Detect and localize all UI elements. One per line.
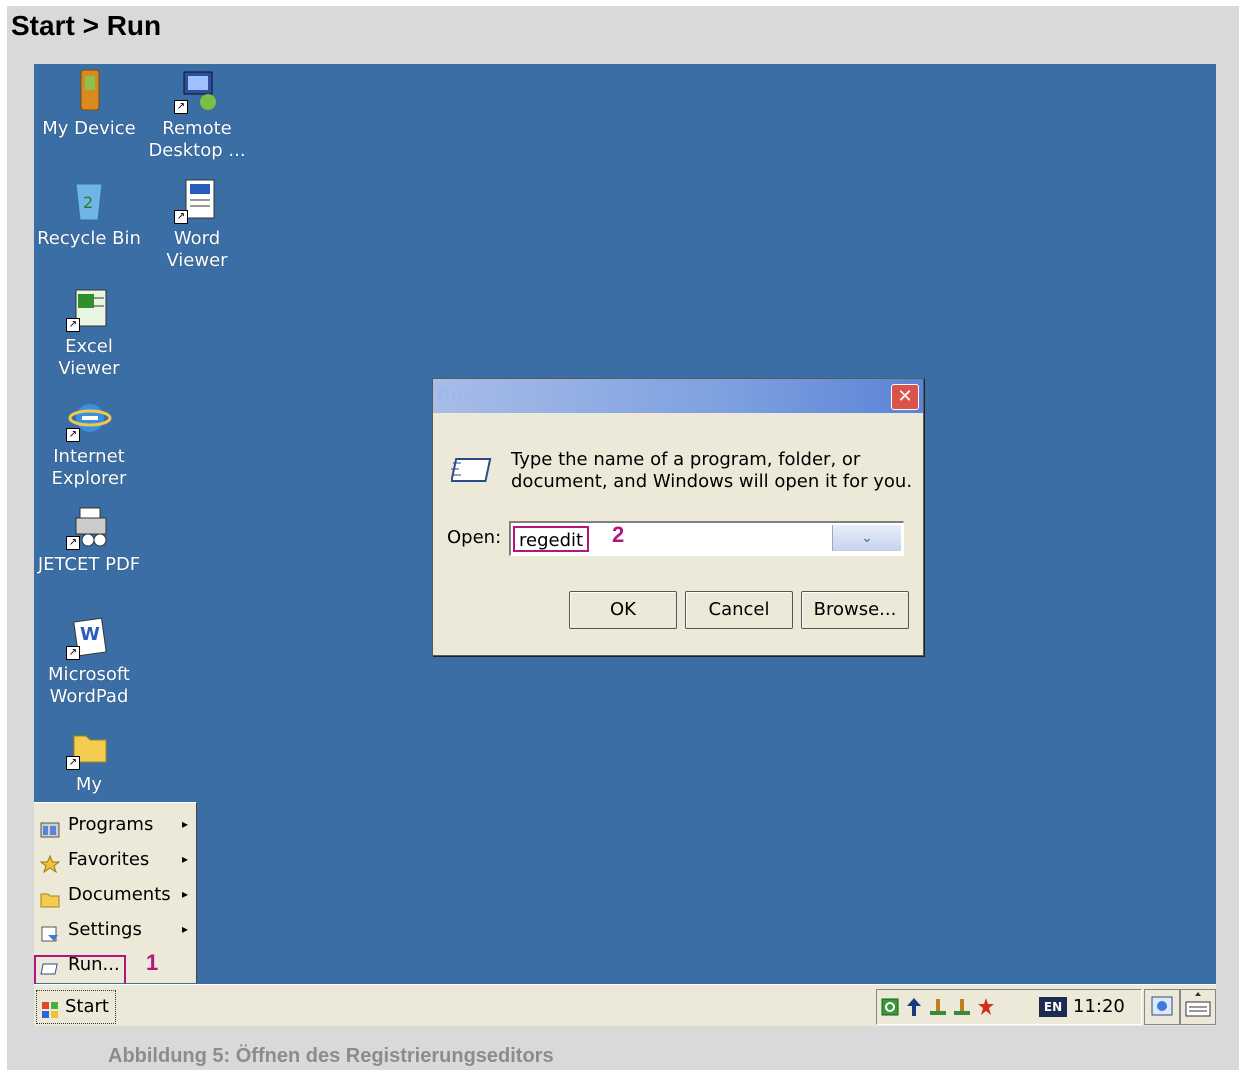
menu-item-label: Documents	[68, 884, 171, 905]
run-dialog-titlebar[interactable]: Run ✕	[433, 379, 923, 413]
desktop: My Device ↗ Remote Desktop ... 2 Recycle…	[34, 64, 1216, 987]
svg-text:2: 2	[83, 193, 93, 212]
desktop-icon-label: My	[75, 774, 103, 795]
shortcut-arrow-icon: ↗	[174, 100, 188, 114]
desktop-icon-my-documents[interactable]: ↗ My	[34, 724, 144, 796]
run-window-icon	[450, 455, 493, 485]
word-document-icon: ↗	[174, 178, 220, 224]
menu-item-programs[interactable]: Programs ▸	[34, 807, 196, 842]
pdf-printer-icon: ↗	[66, 504, 112, 550]
start-menu: Programs ▸ Favorites ▸ Documents ▸ Setti…	[34, 802, 197, 987]
shortcut-arrow-icon: ↗	[66, 536, 80, 550]
desktop-icon-internet-explorer[interactable]: ↗ Internet Explorer	[34, 396, 144, 490]
menu-item-label: Favorites	[68, 849, 150, 870]
internet-explorer-icon: ↗	[66, 396, 112, 442]
submenu-arrow-icon: ▸	[181, 852, 188, 866]
desktop-icon-jetcet-pdf[interactable]: ↗ JETCET PDF	[34, 504, 144, 576]
taskbar: Start EN 11:20 AM	[34, 984, 1216, 1026]
desktop-switch-button[interactable]	[1144, 989, 1180, 1025]
open-input[interactable]: regedit	[513, 526, 590, 552]
menu-item-documents[interactable]: Documents ▸	[34, 877, 196, 912]
run-dialog-title: Run	[437, 385, 477, 406]
desktop-icon-label: Internet Explorer	[51, 446, 127, 489]
run-dialog-description: Type the name of a program, folder, or d…	[511, 449, 913, 492]
run-dialog: Run ✕ Type the name of a program, folder…	[432, 378, 924, 656]
excel-spreadsheet-icon: ↗	[66, 286, 112, 332]
desktop-icon-label: Excel Viewer	[58, 336, 120, 379]
desktop-icon-label: Microsoft WordPad	[48, 664, 130, 707]
settings-icon	[40, 920, 60, 942]
recycle-bin-icon: 2	[66, 178, 112, 224]
menu-item-label: Settings	[68, 919, 142, 940]
shortcut-arrow-icon: ↗	[66, 756, 80, 770]
page-heading: Start > Run	[11, 10, 162, 41]
shortcut-arrow-icon: ↗	[66, 318, 80, 332]
submenu-arrow-icon: ▸	[181, 922, 188, 936]
start-button[interactable]: Start	[36, 990, 116, 1024]
start-button-label: Start	[65, 996, 109, 1017]
submenu-arrow-icon: ▸	[181, 887, 188, 901]
desktop-icon	[1151, 996, 1173, 1016]
shortcut-arrow-icon: ↗	[66, 428, 80, 442]
desktop-icon-label: My Device	[42, 118, 136, 139]
desktop-icon-wordpad[interactable]: W ↗ Microsoft WordPad	[34, 614, 144, 708]
open-combobox[interactable]: regedit ⌄	[509, 521, 904, 556]
desktop-icon-remote-desktop[interactable]: ↗ Remote Desktop ...	[142, 68, 252, 162]
language-indicator[interactable]: EN	[1039, 997, 1067, 1017]
cancel-button[interactable]: Cancel	[685, 591, 793, 629]
star-icon	[39, 850, 61, 874]
shortcut-arrow-icon: ↗	[174, 210, 188, 224]
remote-desktop-icon: ↗	[174, 68, 220, 114]
close-button[interactable]: ✕	[891, 384, 919, 410]
pda-device-icon	[66, 68, 112, 114]
ok-button[interactable]: OK	[569, 591, 677, 629]
keyboard-icon	[1185, 992, 1211, 1017]
sync-icon[interactable]	[881, 997, 899, 1017]
network-alert-icon[interactable]	[977, 997, 995, 1017]
svg-text:W: W	[80, 624, 100, 645]
keyboard-button[interactable]	[1180, 989, 1216, 1025]
desktop-icon-word-viewer[interactable]: ↗ Word Viewer	[142, 178, 252, 272]
desktop-icon-label: Word Viewer	[166, 228, 228, 271]
screenshot-frame: My Device ↗ Remote Desktop ... 2 Recycle…	[34, 64, 1216, 1026]
windows-logo-icon	[41, 998, 59, 1018]
network-icon[interactable]	[929, 997, 947, 1017]
submenu-arrow-icon: ▸	[181, 817, 188, 831]
desktop-icon-label: Remote Desktop ...	[148, 118, 246, 161]
desktop-icon-label: Recycle Bin	[37, 228, 141, 249]
desktop-icon-my-device[interactable]: My Device	[34, 68, 144, 140]
dropdown-chevron-icon[interactable]: ⌄	[832, 525, 901, 551]
menu-item-label: Programs	[68, 814, 154, 835]
annotation-step-1: 1	[146, 950, 159, 975]
folder-icon: ↗	[66, 724, 112, 770]
open-field-label: Open:	[447, 527, 502, 548]
desktop-icon-label: JETCET PDF	[37, 554, 141, 575]
clock[interactable]: 11:20 AM	[1073, 990, 1141, 1026]
upload-arrow-icon[interactable]	[905, 997, 923, 1017]
desktop-icon-recycle-bin[interactable]: 2 Recycle Bin	[34, 178, 144, 250]
programs-icon	[40, 815, 60, 838]
desktop-icon-excel-viewer[interactable]: ↗ Excel Viewer	[34, 286, 144, 380]
annotation-step-2: 2	[612, 522, 625, 547]
highlight-box-run	[34, 955, 126, 987]
menu-item-settings[interactable]: Settings ▸	[34, 912, 196, 947]
shortcut-arrow-icon: ↗	[66, 646, 80, 660]
browse-button[interactable]: Browse...	[801, 591, 909, 629]
figure-caption: Abbildung 5: Öffnen des Registrierungsed…	[108, 1045, 554, 1067]
wordpad-icon: W ↗	[66, 614, 112, 660]
network-icon-2[interactable]	[953, 997, 971, 1017]
documents-folder-icon	[40, 885, 60, 908]
menu-item-favorites[interactable]: Favorites ▸	[34, 842, 196, 877]
system-tray: EN 11:20 AM	[876, 989, 1142, 1025]
